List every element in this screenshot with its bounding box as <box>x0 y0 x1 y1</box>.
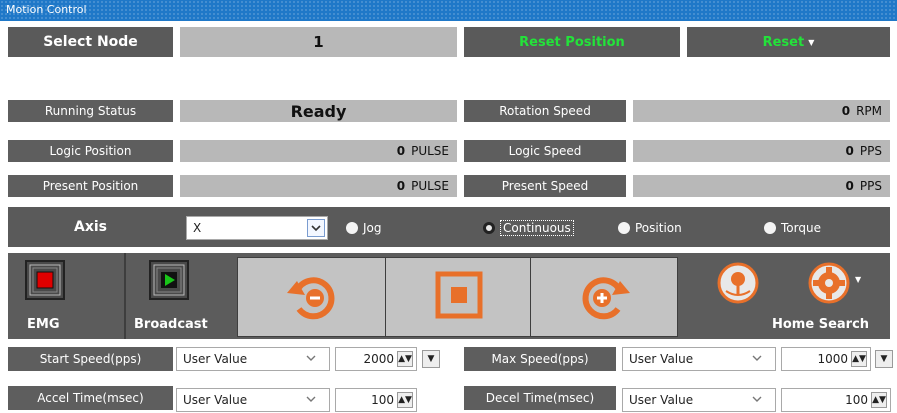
decel-time-input[interactable]: 100 ▲▼ <box>781 388 891 412</box>
start-speed-source-value: User Value <box>183 352 248 366</box>
reset-button-label: Reset <box>762 34 805 50</box>
max-speed-dropdown-button[interactable]: ▼ <box>875 350 893 368</box>
dropdown-arrow-icon[interactable]: ▼ <box>855 275 861 284</box>
dropdown-arrow-icon: ▼ <box>808 37 815 47</box>
title-bar: Motion Control <box>0 0 897 21</box>
accel-time-source-value: User Value <box>183 393 248 407</box>
present-position-label: Present Position <box>8 175 173 197</box>
spin-updown-icon[interactable]: ▲▼ <box>397 351 413 367</box>
logic-position-readout: 0 PULSE <box>180 140 457 162</box>
logic-speed-unit: PPS <box>859 144 882 158</box>
stop-icon <box>435 271 483 319</box>
start-speed-input[interactable]: 2000 ▲▼ <box>335 347 417 371</box>
present-speed-label: Present Speed <box>464 175 626 197</box>
logic-speed-value: 0 <box>845 144 854 158</box>
broadcast-button[interactable]: Broadcast <box>126 253 236 339</box>
accel-time-value: 100 <box>371 393 394 407</box>
reset-dropdown-button[interactable]: Reset ▼ <box>687 27 890 57</box>
rotation-speed-readout: 0 RPM <box>633 100 890 122</box>
emg-label: EMG <box>27 317 60 332</box>
spin-updown-icon[interactable]: ▲▼ <box>871 392 887 408</box>
running-status-value: Ready <box>180 100 457 122</box>
rotation-speed-label: Rotation Speed <box>464 100 626 122</box>
chevron-down-icon[interactable] <box>751 351 763 368</box>
broadcast-label: Broadcast <box>134 317 208 332</box>
start-speed-label: Start Speed(pps) <box>8 347 173 371</box>
present-speed-value: 0 <box>845 179 854 193</box>
position-radio-label: Position <box>635 221 682 235</box>
accel-time-source-select[interactable]: User Value <box>176 388 330 412</box>
logic-speed-label: Logic Speed <box>464 140 626 162</box>
decel-time-source-value: User Value <box>629 393 694 407</box>
radio-icon <box>346 222 358 234</box>
home-search-button[interactable]: ▼ Home Search <box>700 253 890 339</box>
torque-radio[interactable]: Torque <box>764 216 821 240</box>
broadcast-play-icon <box>149 260 189 300</box>
window-title: Motion Control <box>6 3 87 16</box>
decel-time-label: Decel Time(msec) <box>464 386 616 410</box>
spin-updown-icon[interactable]: ▲▼ <box>851 351 867 367</box>
continuous-radio-label: Continuous <box>500 220 574 236</box>
axis-select[interactable]: X <box>186 216 328 240</box>
spin-updown-icon[interactable]: ▲▼ <box>397 392 413 408</box>
home-search-limit-icon <box>717 262 759 304</box>
max-speed-source-value: User Value <box>629 352 694 366</box>
select-node-label: Select Node <box>8 27 173 57</box>
radio-selected-icon <box>483 222 495 234</box>
max-speed-label: Max Speed(pps) <box>464 347 616 371</box>
present-speed-unit: PPS <box>859 179 882 193</box>
logic-position-value: 0 <box>396 144 406 158</box>
dropdown-arrow-icon: ▼ <box>880 354 888 364</box>
chevron-down-icon[interactable] <box>307 219 325 237</box>
position-radio[interactable]: Position <box>618 216 682 240</box>
logic-position-unit: PULSE <box>411 144 449 158</box>
decel-time-value: 100 <box>845 393 868 407</box>
rotate-cw-plus-icon <box>582 277 630 320</box>
jog-cw-button[interactable] <box>531 258 677 336</box>
node-number-field[interactable]: 1 <box>180 27 457 57</box>
jog-radio[interactable]: Jog <box>346 216 382 240</box>
max-speed-source-select[interactable]: User Value <box>622 347 776 371</box>
reset-position-button[interactable]: Reset Position <box>464 27 680 57</box>
present-position-unit: PULSE <box>411 179 449 193</box>
rotation-speed-value: 0 <box>841 104 851 118</box>
dropdown-arrow-icon: ▼ <box>427 354 435 364</box>
chevron-down-icon[interactable] <box>751 392 763 409</box>
continuous-radio[interactable]: Continuous <box>483 216 574 240</box>
present-position-value: 0 <box>396 179 406 193</box>
emg-stop-icon <box>25 260 65 300</box>
axis-label: Axis <box>74 219 107 235</box>
rotation-speed-unit: RPM <box>856 104 882 118</box>
motion-control-panel: Motion Control Select Node 1 Reset Posit… <box>0 0 897 413</box>
radio-icon <box>764 222 776 234</box>
present-speed-readout: 0 PPS <box>633 175 890 197</box>
present-position-readout: 0 PULSE <box>180 175 457 197</box>
rotate-ccw-minus-icon <box>287 277 335 320</box>
torque-radio-label: Torque <box>781 221 821 235</box>
axis-select-value: X <box>193 221 202 235</box>
max-speed-input[interactable]: 1000 ▲▼ <box>781 347 871 371</box>
chevron-down-icon[interactable] <box>305 351 317 368</box>
jog-ccw-button[interactable] <box>238 258 385 336</box>
radio-icon <box>618 222 630 234</box>
logic-speed-readout: 0 PPS <box>633 140 890 162</box>
jog-radio-label: Jog <box>363 221 382 235</box>
running-status-label: Running Status <box>8 100 173 122</box>
accel-time-input[interactable]: 100 ▲▼ <box>335 388 417 412</box>
emg-button[interactable]: EMG <box>8 253 124 339</box>
chevron-down-icon[interactable] <box>305 392 317 409</box>
accel-time-label: Accel Time(msec) <box>8 386 173 410</box>
home-search-label: Home Search <box>772 317 870 332</box>
home-search-gear-icon <box>808 262 850 304</box>
logic-position-label: Logic Position <box>8 140 173 162</box>
max-speed-value: 1000 <box>817 352 848 366</box>
start-speed-dropdown-button[interactable]: ▼ <box>422 350 440 368</box>
start-speed-value: 2000 <box>363 352 394 366</box>
start-speed-source-select[interactable]: User Value <box>176 347 330 371</box>
decel-time-source-select[interactable]: User Value <box>622 388 776 412</box>
stop-button[interactable] <box>386 258 530 336</box>
